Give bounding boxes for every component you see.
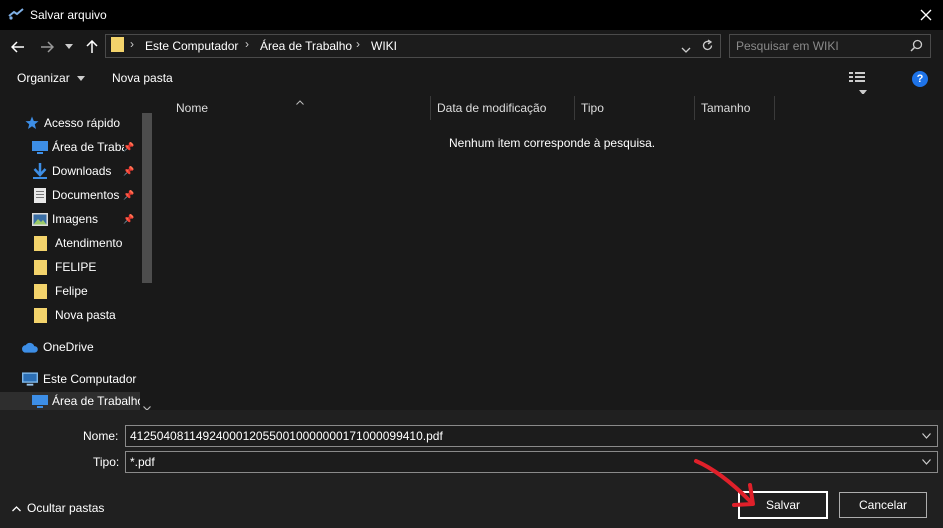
star-icon [24, 115, 40, 131]
annotation-arrow-icon [694, 459, 755, 507]
chevron-down-icon [65, 44, 73, 49]
app-icon [8, 8, 24, 20]
breadcrumb-separator: › [356, 37, 360, 51]
computer-icon [22, 371, 38, 387]
forward-button[interactable] [37, 37, 57, 57]
nav-item-atendimento[interactable]: Atendimento [32, 232, 122, 254]
nav-label: Nova pasta [55, 308, 116, 322]
column-header-size[interactable]: Tamanho [701, 101, 750, 115]
pin-icon: 📌 [123, 166, 135, 176]
nav-item-downloads[interactable]: Downloads [32, 160, 111, 182]
pin-icon: 📌 [123, 142, 135, 152]
scrollbar-thumb[interactable] [142, 113, 152, 283]
hide-folders-label: Ocultar pastas [27, 501, 105, 515]
nav-item-felipe-upper[interactable]: FELIPE [32, 256, 96, 278]
nav-label: Felipe [55, 284, 88, 298]
view-options-button[interactable] [849, 71, 885, 95]
desktop-icon [32, 393, 48, 409]
organize-label: Organizar [17, 71, 70, 85]
column-header-date-modified[interactable]: Data de modificação [437, 101, 546, 115]
sort-ascending-icon [296, 94, 304, 108]
arrow-up-icon [86, 40, 98, 53]
nav-label: Este Computador [43, 372, 137, 386]
breadcrumb-separator: › [245, 37, 249, 51]
nav-this-pc[interactable]: Este Computador [22, 368, 136, 390]
pin-icon: 📌 [123, 190, 135, 200]
document-icon [32, 187, 48, 203]
column-header-name[interactable]: Nome [176, 101, 208, 115]
column-header-type[interactable]: Tipo [581, 101, 604, 115]
nav-label: Imagens [52, 212, 99, 226]
nav-label: Acesso rápido [44, 116, 121, 130]
up-button[interactable] [82, 37, 102, 57]
breadcrumb-area-de-trabalho[interactable]: Área de Trabalho [260, 39, 352, 53]
back-button[interactable] [8, 37, 28, 57]
pin-icon: 📌 [123, 214, 135, 224]
desktop-icon [32, 139, 48, 155]
nav-item-nova-pasta[interactable]: Nova pasta [32, 304, 116, 326]
search-input[interactable] [736, 38, 904, 54]
filename-label: Nome: [83, 429, 119, 443]
images-icon [32, 211, 48, 227]
title-bar [0, 0, 943, 30]
column-divider[interactable] [430, 96, 431, 120]
folder-icon [32, 259, 48, 275]
recent-locations-button[interactable] [62, 37, 76, 57]
new-folder-button[interactable]: Nova pasta [112, 71, 173, 85]
arrow-left-icon [11, 41, 24, 53]
folder-icon [32, 235, 48, 251]
column-divider[interactable] [774, 96, 775, 120]
hide-folders-button[interactable]: Ocultar pastas [12, 501, 104, 515]
breadcrumb-este-computador[interactable]: Este Computador [145, 39, 238, 53]
address-dropdown-button[interactable] [681, 42, 691, 56]
window-title: Salvar arquivo [30, 8, 107, 22]
filetype-label: Tipo: [93, 455, 120, 469]
column-divider[interactable] [574, 96, 575, 120]
nav-item-felipe[interactable]: Felipe [32, 280, 88, 302]
chevron-up-icon [12, 505, 21, 512]
nav-item-documentos[interactable]: Documentos [32, 184, 119, 206]
empty-message: Nenhum item corresponde à pesquisa. [449, 136, 656, 150]
download-icon [32, 163, 48, 179]
folder-icon [111, 37, 124, 52]
help-icon: ? [916, 73, 924, 85]
filetype-select[interactable] [125, 451, 938, 473]
search-icon[interactable] [910, 39, 923, 55]
filetype-value[interactable]: *.pdf [130, 455, 155, 469]
arrow-right-icon [41, 41, 54, 53]
breadcrumb-separator: › [130, 37, 134, 51]
nav-label: FELIPE [55, 260, 97, 274]
nav-item-imagens[interactable]: Imagens [32, 208, 98, 230]
refresh-button[interactable] [701, 39, 714, 55]
nav-label: OneDrive [43, 340, 94, 354]
nav-label: Downloads [52, 164, 112, 178]
nav-this-pc-desktop[interactable]: Área de Trabalho [0, 392, 144, 410]
chevron-down-icon[interactable] [922, 457, 931, 467]
nav-quick-access[interactable]: Acesso rápido [24, 112, 120, 134]
nav-label: Documentos [52, 188, 120, 202]
breadcrumb-wiki[interactable]: WIKI [371, 39, 397, 53]
column-divider[interactable] [694, 96, 695, 120]
nav-label: Área de Trabalho [52, 394, 145, 408]
chevron-down-icon[interactable] [922, 431, 931, 441]
close-icon [920, 9, 932, 21]
close-button[interactable] [915, 4, 937, 26]
chevron-down-icon [77, 76, 86, 82]
filename-value[interactable]: 4125040811492400012055001000000017100009… [130, 429, 443, 443]
nav-item-area-de-trabalho[interactable]: Área de Trabalho [32, 136, 124, 158]
nav-onedrive[interactable]: OneDrive [22, 336, 94, 358]
cancel-button[interactable]: Cancelar [839, 492, 927, 518]
help-button[interactable]: ? [912, 71, 928, 87]
details-view-icon [849, 72, 865, 82]
nav-label: Área de Trabalho [52, 140, 124, 154]
chevron-down-icon [681, 47, 691, 53]
refresh-icon [702, 39, 713, 51]
nav-label: Atendimento [55, 236, 123, 250]
organize-button[interactable]: Organizar [17, 71, 86, 85]
folder-icon [32, 283, 48, 299]
folder-icon [32, 307, 48, 323]
cloud-icon [22, 339, 38, 355]
